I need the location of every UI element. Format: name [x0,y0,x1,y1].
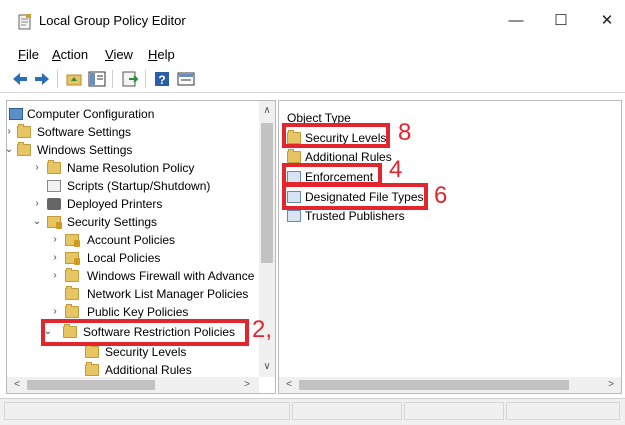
computer-icon [9,108,23,120]
menu-action[interactable]: Action [52,47,88,62]
tree-label: Security Settings [67,215,158,229]
details-horizontal-scrollbar[interactable]: < > [279,377,621,393]
tree-label: Windows Firewall with Advance [87,269,255,283]
tree-item-local-policies[interactable]: › Local Policies [7,249,257,267]
scroll-left-icon[interactable]: < [281,377,297,393]
help-icon[interactable]: ? [152,69,172,89]
scroll-up-icon[interactable]: ∧ [259,103,275,119]
maximize-button[interactable]: ☐ [538,6,584,36]
close-button[interactable]: ✕ [584,6,625,36]
tree-item-account-policies[interactable]: › Account Policies [7,231,257,249]
chevron-right-icon[interactable]: › [32,159,42,177]
up-folder-icon[interactable] [64,69,84,89]
tree-label: Scripts (Startup/Shutdown) [67,179,211,193]
folder-icon [85,344,99,358]
chevron-right-icon[interactable]: › [50,249,60,267]
scrollbar-thumb[interactable] [299,380,569,390]
annotation-box-software-restriction-policies [41,319,249,346]
scroll-left-icon[interactable]: < [9,377,25,393]
folder-icon [65,268,79,282]
scrollbar-thumb[interactable] [27,380,155,390]
toolbar-separator [145,70,146,88]
scrollbar-thumb[interactable] [261,123,273,263]
security-folder-icon [65,252,80,265]
status-cell [404,402,504,420]
minimize-button[interactable]: — [493,6,539,36]
printer-icon [47,198,61,210]
tree-label: Windows Settings [37,143,133,157]
menu-view[interactable]: View [105,47,133,62]
annotation-label: 4 [389,156,403,183]
tree-label: Network List Manager Policies [87,287,249,301]
annotation-box-designated-file-types [282,183,428,210]
folder-icon [65,304,79,318]
folder-icon [17,124,31,138]
menu-bar: File Action View Help [0,44,625,66]
annotation-label: 6 [434,182,448,209]
chevron-right-icon[interactable]: › [32,195,42,213]
properties-view-icon[interactable] [176,69,196,89]
scroll-right-icon[interactable]: > [603,377,619,393]
toolbar-separator [112,70,113,88]
status-cell [292,402,402,420]
tree-item-scripts[interactable]: Scripts (Startup/Shutdown) [7,177,257,195]
chevron-right-icon[interactable]: › [50,267,60,285]
tree-item-computer-configuration[interactable]: Computer Configuration [7,105,257,123]
tree-item-security-settings[interactable]: ⌄ Security Settings [7,213,257,231]
group-policy-app-icon [18,14,32,30]
scroll-down-icon[interactable]: ∨ [259,359,275,375]
tree-item-windows-firewall[interactable]: › Windows Firewall with Advance [7,267,257,285]
folder-icon [85,362,99,376]
status-bar [0,398,625,425]
console-tree-pane: Computer Configuration › Software Settin… [6,100,276,394]
toolbar-separator [57,70,58,88]
status-cell [506,402,620,420]
forward-arrow-icon[interactable] [32,69,52,89]
tree-horizontal-scrollbar[interactable]: < > [7,377,259,393]
show-hide-tree-icon[interactable] [87,69,107,89]
toolbar: ? [0,66,625,93]
scripts-icon [47,180,61,192]
tree-label: Computer Configuration [27,107,155,121]
export-list-icon[interactable] [120,69,140,89]
tree-label: Local Policies [87,251,161,265]
chevron-down-icon[interactable]: ⌄ [32,213,42,231]
window-title: Local Group Policy Editor [39,13,186,28]
tree-label: Name Resolution Policy [67,161,195,175]
security-folder-icon [65,234,80,247]
folder-icon [17,142,31,156]
policy-icon [287,210,301,222]
status-cell [4,402,290,420]
tree-item-network-list-manager[interactable]: Network List Manager Policies [7,285,257,303]
security-folder-icon [47,216,62,229]
tree-item-software-settings[interactable]: › Software Settings [7,123,257,141]
title-bar: Local Group Policy Editor — ☐ ✕ [0,0,625,42]
tree-label: Account Policies [87,233,176,247]
scroll-right-icon[interactable]: > [239,377,255,393]
tree-item-name-resolution-policy[interactable]: › Name Resolution Policy [7,159,257,177]
annotation-label: 8 [398,119,412,146]
folder-icon [65,286,79,300]
chevron-right-icon[interactable]: › [50,231,60,249]
folder-icon [47,160,61,174]
tree-item-deployed-printers[interactable]: › Deployed Printers [7,195,257,213]
menu-help[interactable]: Help [148,47,175,62]
folder-icon [287,149,301,163]
back-arrow-icon[interactable] [10,69,30,89]
tree-item-windows-settings[interactable]: ⌄ Windows Settings [7,141,257,159]
chevron-right-icon[interactable]: › [7,123,14,141]
chevron-down-icon[interactable]: ⌄ [7,141,14,159]
svg-text:?: ? [158,73,165,87]
annotation-box-security-levels [282,123,390,148]
menu-file[interactable]: File [18,47,39,62]
tree-label: Software Settings [37,125,132,139]
tree-label: Deployed Printers [67,197,163,211]
